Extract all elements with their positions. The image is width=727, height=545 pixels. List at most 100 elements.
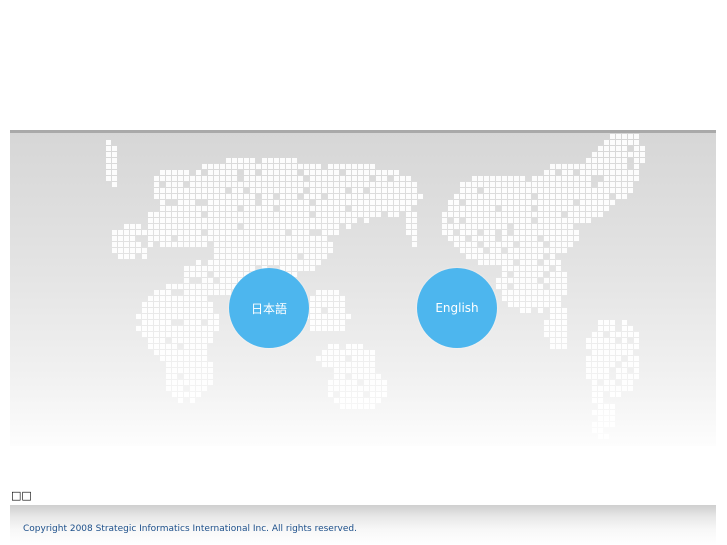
map-dot — [496, 248, 501, 253]
map-dot — [184, 170, 189, 175]
map-dot — [322, 224, 327, 229]
map-dot — [508, 194, 513, 199]
map-dot — [262, 200, 267, 205]
map-dot — [538, 284, 543, 289]
map-dot — [412, 224, 417, 229]
map-dot — [484, 236, 489, 241]
map-dot — [286, 206, 291, 211]
map-dot — [190, 302, 195, 307]
map-dot — [226, 200, 231, 205]
map-dot — [178, 380, 183, 385]
map-dot — [514, 188, 519, 193]
map-dot — [604, 326, 609, 331]
map-dot — [196, 332, 201, 337]
map-dot — [496, 284, 501, 289]
map-dot — [598, 170, 603, 175]
map-dot — [280, 254, 285, 259]
map-dot — [490, 218, 495, 223]
map-dot — [244, 170, 249, 175]
map-dot — [292, 212, 297, 217]
map-dot — [376, 212, 381, 217]
map-dot — [544, 320, 549, 325]
map-dot — [244, 206, 249, 211]
map-dot — [196, 218, 201, 223]
map-dot — [550, 164, 555, 169]
map-dot — [526, 260, 531, 265]
map-dot — [154, 290, 159, 295]
map-dot — [202, 332, 207, 337]
map-dot — [244, 194, 249, 199]
map-dot — [556, 200, 561, 205]
map-dot — [322, 218, 327, 223]
map-dot — [364, 170, 369, 175]
map-dot — [394, 194, 399, 199]
map-dot — [220, 206, 225, 211]
map-dot — [388, 182, 393, 187]
map-dot — [220, 284, 225, 289]
map-dot — [280, 164, 285, 169]
map-dot — [580, 176, 585, 181]
map-dot — [178, 350, 183, 355]
map-dot — [406, 182, 411, 187]
map-dot — [358, 398, 363, 403]
map-dot — [502, 278, 507, 283]
map-dot — [628, 374, 633, 379]
map-dot — [520, 200, 525, 205]
map-dot — [286, 200, 291, 205]
map-dot — [292, 266, 297, 271]
map-dot — [232, 254, 237, 259]
map-dot — [634, 176, 639, 181]
map-dot — [196, 362, 201, 367]
map-dot — [364, 362, 369, 367]
map-dot — [370, 386, 375, 391]
map-dot — [208, 320, 213, 325]
map-dot — [304, 260, 309, 265]
english-language-button[interactable]: English — [417, 268, 497, 348]
map-dot — [544, 206, 549, 211]
map-dot — [454, 200, 459, 205]
map-dot — [178, 182, 183, 187]
map-dot — [448, 212, 453, 217]
map-dot — [634, 368, 639, 373]
map-dot — [316, 164, 321, 169]
map-dot — [364, 164, 369, 169]
map-dot — [532, 212, 537, 217]
map-dot — [352, 380, 357, 385]
map-dot — [328, 194, 333, 199]
map-dot — [550, 260, 555, 265]
map-dot — [202, 380, 207, 385]
map-dot — [274, 260, 279, 265]
map-dot — [514, 272, 519, 277]
map-dot — [562, 230, 567, 235]
map-dot — [598, 158, 603, 163]
map-dot — [238, 266, 243, 271]
map-dot — [478, 218, 483, 223]
map-dot — [508, 278, 513, 283]
map-dot — [352, 374, 357, 379]
map-dot — [598, 146, 603, 151]
map-dot — [238, 254, 243, 259]
map-dot — [604, 206, 609, 211]
map-dot — [208, 206, 213, 211]
map-dot — [334, 170, 339, 175]
map-dot — [370, 212, 375, 217]
map-dot — [148, 242, 153, 247]
map-dot — [616, 344, 621, 349]
map-dot — [496, 188, 501, 193]
map-dot — [598, 320, 603, 325]
map-dot — [112, 176, 117, 181]
map-dot — [532, 266, 537, 271]
map-dot — [550, 290, 555, 295]
map-dot — [178, 236, 183, 241]
map-dot — [250, 218, 255, 223]
map-dot — [562, 182, 567, 187]
map-dot — [562, 206, 567, 211]
map-dot — [238, 158, 243, 163]
japanese-language-button[interactable]: 日本語 — [229, 268, 309, 348]
map-dot — [208, 332, 213, 337]
map-dot — [250, 260, 255, 265]
map-dot — [532, 254, 537, 259]
map-dot — [592, 350, 597, 355]
map-dot — [196, 242, 201, 247]
map-dot — [574, 236, 579, 241]
